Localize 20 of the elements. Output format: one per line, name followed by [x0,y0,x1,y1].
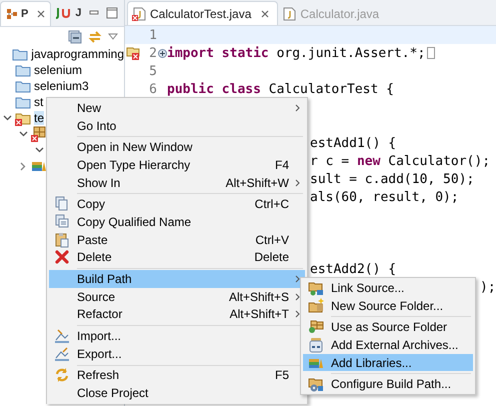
shortcut-text: Alt+Shift+W [226,176,289,190]
shortcut-text: F4 [274,158,289,172]
shortcut-text: Alt+Shift+T [230,307,289,322]
line-number: 6 [148,82,157,96]
code-line: public class CalculatorTest { [167,82,394,96]
code-line: import static org.junit.Assert.*; [167,46,426,60]
code-line: r c = new Calculator(); [310,154,490,168]
line-number: 2 [148,46,157,60]
shortcut-text: Ctrl+C [254,197,289,212]
code-line: als(60, result, 0); [310,190,459,204]
line-number: 1 [148,28,157,42]
shortcut-text: Alt+Shift+S [228,290,289,304]
code-line: estAdd1() { [310,136,396,150]
shortcut-text: Delete [254,250,289,264]
code-line: ); [480,280,496,294]
shortcut-text: Ctrl+V [255,232,289,247]
code-line: estAdd2() { [310,262,396,276]
line-number: 5 [148,64,157,78]
code-line: sult = c.add(10, 50); [310,172,474,186]
shortcut-text: F5 [274,368,289,382]
